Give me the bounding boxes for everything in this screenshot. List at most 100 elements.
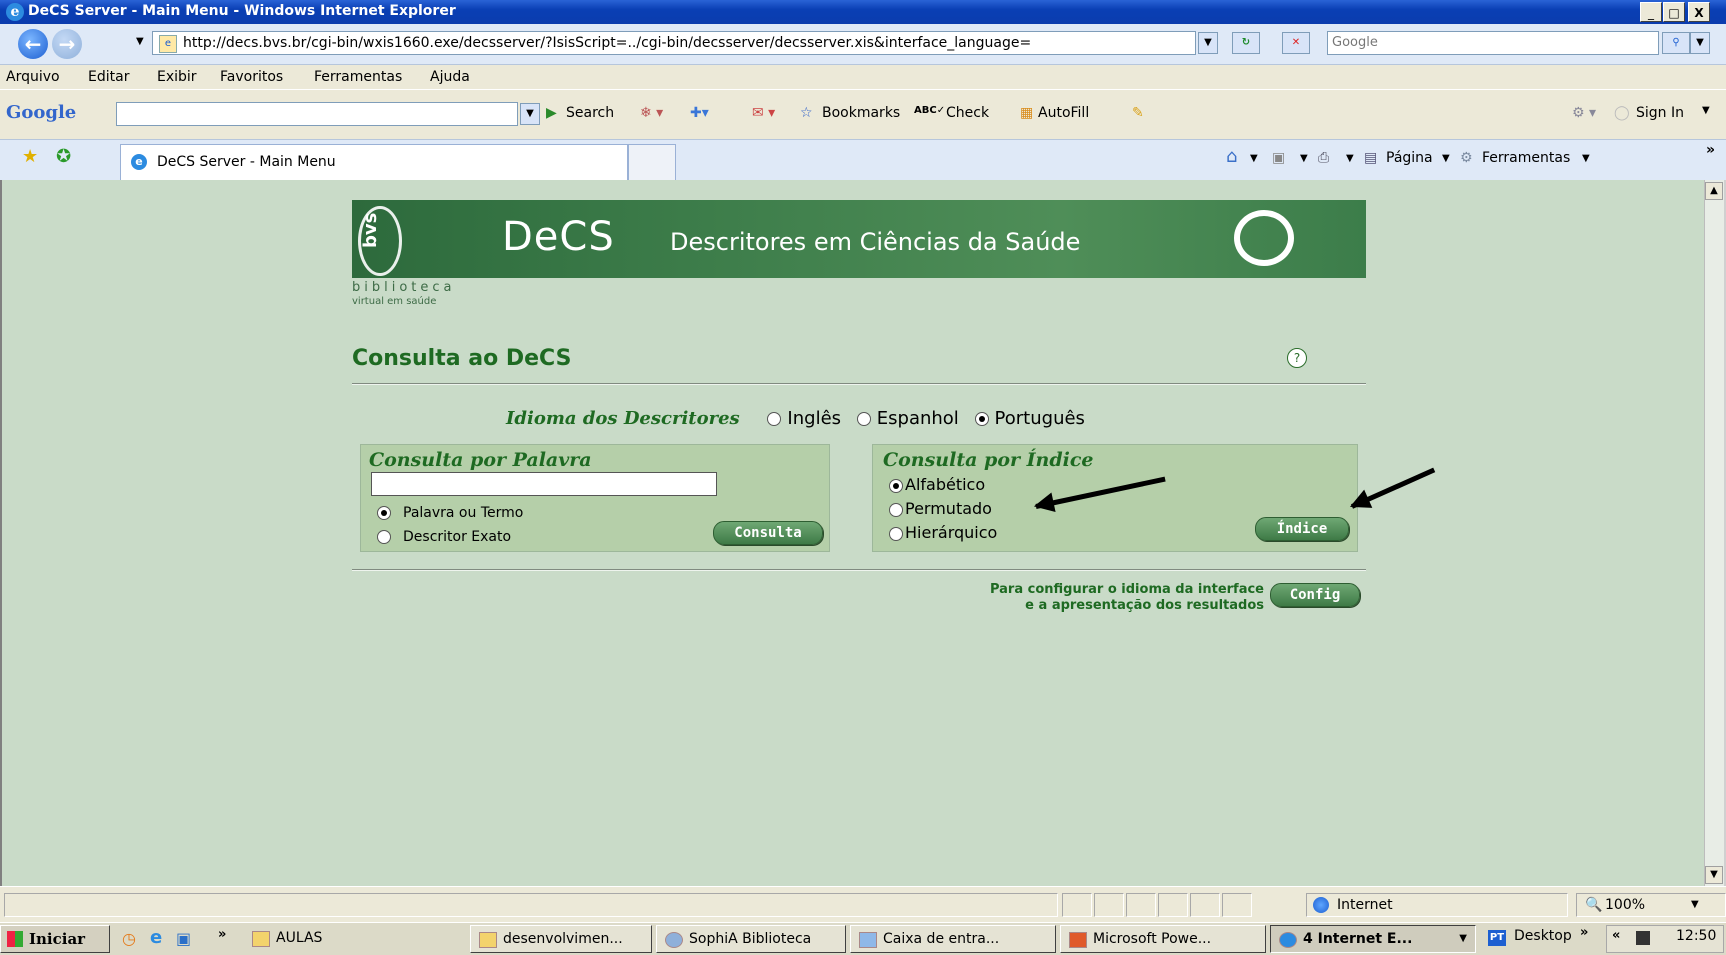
feeds-dropdown-icon[interactable]: ▼ [1300,153,1308,164]
back-button[interactable]: ← [18,29,48,59]
ferramentas-dropdown-icon[interactable]: ▼ [1582,153,1590,164]
maximize-button[interactable]: □ [1663,2,1685,22]
autofill-icon: ▦ [1020,105,1034,121]
task-desenvolvimento[interactable]: desenvolvimen... [470,925,652,953]
check-button[interactable]: Check [946,105,989,121]
signin-button[interactable]: Sign In [1636,105,1684,121]
scroll-up-arrow-icon[interactable]: ▲ [1705,182,1723,200]
stop-icon[interactable]: ✕ [1282,32,1310,54]
menu-arquivo[interactable]: Arquivo [6,69,60,85]
ferramentas-menu[interactable]: Ferramentas [1482,150,1570,166]
task-aulas[interactable]: AULAS [244,925,468,953]
scroll-down-arrow-icon[interactable]: ▼ [1705,866,1723,884]
zoom-cell[interactable]: 🔍 100% ▼ [1576,893,1726,917]
feeds-icon[interactable]: ▣ [1272,150,1285,166]
quicklaunch-more[interactable]: » [218,927,226,942]
tray-app-icon[interactable] [1636,931,1650,945]
add-favorite-icon[interactable]: ✪ [56,146,71,167]
google-search-button[interactable]: Search [566,105,614,121]
language-indicator[interactable]: PT [1488,930,1506,946]
task-internet-explorer[interactable]: 4 Internet E... ▼ [1270,925,1476,953]
menu-ferramentas[interactable]: Ferramentas [314,69,402,85]
indice-button[interactable]: Índice [1255,517,1349,541]
ingles-label: Inglês [787,408,842,429]
home-dropdown-icon[interactable]: ▼ [1250,153,1258,164]
config-button[interactable]: Config [1270,583,1360,607]
task-sophia[interactable]: SophiA Biblioteca [656,925,846,953]
quicklaunch-desktop-icon[interactable]: ▣ [176,929,191,948]
menu-ajuda[interactable]: Ajuda [430,69,470,85]
pagina-dropdown-icon[interactable]: ▼ [1442,153,1450,164]
radio-permutado[interactable] [889,502,903,517]
tray-collapse-icon[interactable]: « [1612,928,1620,943]
minimize-button[interactable]: _ [1640,2,1662,22]
desktop-toolbar[interactable]: Desktop [1514,928,1572,944]
popup-blocker-icon[interactable]: ❄ ▾ [640,105,663,121]
search-options-icon[interactable]: ▼ [1690,32,1710,54]
radio-ingles[interactable] [767,412,782,426]
consulta-button[interactable]: Consulta [713,521,823,545]
radio-palavra-termo[interactable] [377,506,391,520]
status-cell-2 [1094,893,1124,917]
more-commands-button[interactable]: » [1706,142,1715,158]
zoom-dropdown-icon[interactable]: ▼ [1691,894,1699,916]
search-input[interactable]: Google [1327,31,1659,55]
google-search-dropdown-icon[interactable]: ▼ [520,103,540,125]
search-icon[interactable]: ⚲ [1662,32,1690,54]
biblioteca-label: biblioteca [352,280,456,295]
sophia-icon [665,932,683,948]
start-button[interactable]: Iniciar [0,925,110,953]
close-button[interactable]: X [1688,2,1710,22]
home-icon[interactable]: ⌂ [1226,146,1237,167]
print-dropdown-icon[interactable]: ▼ [1346,153,1354,164]
help-icon[interactable]: ? [1287,348,1307,368]
desktop-more[interactable]: » [1580,925,1588,940]
address-bar[interactable]: e http://decs.bvs.br/cgi-bin/wxis1660.ex… [152,31,1196,55]
send-icon[interactable]: ✉ ▾ [752,105,775,121]
history-dropdown-icon[interactable]: ▼ [136,36,144,47]
config-text: Para configurar o idioma da interface e … [880,582,1264,614]
menu-favoritos[interactable]: Favoritos [220,69,283,85]
google-logo: Google [6,102,77,123]
page-icon: e [159,35,177,53]
pencil-icon[interactable]: ✎ [1132,105,1144,121]
biblioteca-sub-label: virtual em saúde [352,296,437,307]
refresh-icon[interactable]: ↻ [1232,32,1260,54]
favorites-star-icon[interactable]: ★ [22,146,38,167]
print-icon[interactable]: ⎙ [1318,150,1329,166]
vertical-scrollbar[interactable]: ▲ ▼ [1704,180,1724,886]
bookmarks-button[interactable]: Bookmarks [822,105,900,121]
status-cell-6 [1222,893,1252,917]
radio-hierarquico[interactable] [889,526,903,541]
star-icon: ☆ [800,105,813,121]
task-powerpoint[interactable]: Microsoft Powe... [1060,925,1266,953]
status-cell-3 [1126,893,1156,917]
menu-exibir[interactable]: Exibir [157,69,197,85]
pagina-menu[interactable]: Página [1386,150,1433,166]
folder-icon [252,931,270,947]
indice-panel-title: Consulta por Índice [883,449,1094,471]
quicklaunch-clock-icon[interactable]: ◷ [122,929,136,948]
menu-bar: Arquivo Editar Exibir Favoritos Ferramen… [0,65,1726,89]
signin-dropdown-icon[interactable]: ▼ [1702,105,1710,116]
task-caixa-entrada[interactable]: Caixa de entra... [850,925,1056,953]
tab-title: DeCS Server - Main Menu [157,154,336,170]
bvs-logo-text: bvs [360,212,381,248]
wrench-icon[interactable]: ⚙ ▾ [1572,105,1596,121]
radio-portugues[interactable] [974,412,989,426]
task-group-dropdown-icon[interactable]: ▼ [1459,926,1467,952]
autofill-button[interactable]: AutoFill [1038,105,1089,121]
page-content [0,180,1726,886]
google-search-input[interactable] [116,102,518,126]
radio-descritor-exato[interactable] [377,530,391,544]
address-dropdown-icon[interactable]: ▼ [1198,32,1218,54]
new-tab-button[interactable] [628,144,676,180]
menu-editar[interactable]: Editar [88,69,129,85]
plus-icon[interactable]: ✚▾ [690,105,709,121]
radio-espanhol[interactable] [856,412,871,426]
radio-alfabetico[interactable] [889,478,903,493]
palavra-input[interactable] [371,472,717,496]
quicklaunch-ie-icon[interactable]: e [150,927,162,948]
forward-button[interactable]: → [52,29,82,59]
tab-decs-server[interactable]: e DeCS Server - Main Menu [120,144,628,180]
